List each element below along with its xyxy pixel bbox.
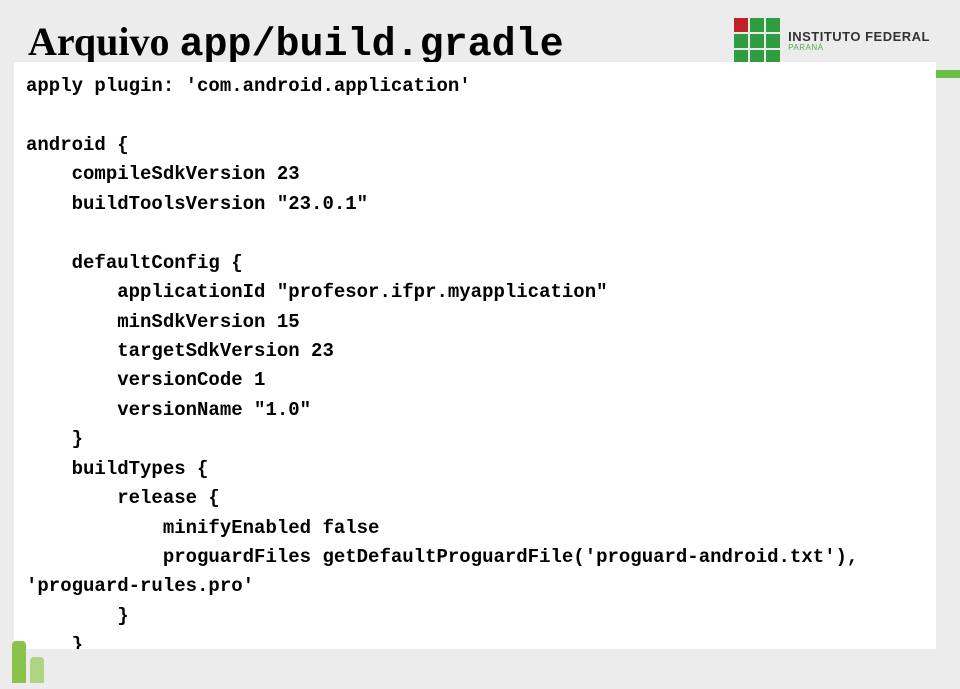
decor-bar-icon xyxy=(30,657,44,683)
code-line: buildToolsVersion "23.0.1" xyxy=(26,193,368,215)
code-line: apply plugin: 'com.android.application' xyxy=(26,75,471,97)
corner-decoration xyxy=(12,641,44,683)
code-line: buildTypes { xyxy=(26,458,208,480)
code-line: } xyxy=(26,605,129,627)
code-line: applicationId "profesor.ifpr.myapplicati… xyxy=(26,281,608,303)
code-line: compileSdkVersion 23 xyxy=(26,163,300,185)
title-prefix: Arquivo xyxy=(28,19,180,64)
logo-text: INSTITUTO FEDERAL PARANÁ xyxy=(788,30,930,52)
code-line: android { xyxy=(26,134,129,156)
code-line: proguardFiles getDefaultProguardFile('pr… xyxy=(26,546,870,568)
code-line: minSdkVersion 15 xyxy=(26,311,300,333)
slide: Arquivo app/build.gradle INSTITUTO FEDER… xyxy=(0,0,960,689)
code-block: apply plugin: 'com.android.application' … xyxy=(14,62,936,649)
code-line: defaultConfig { xyxy=(26,252,243,274)
code-line: versionName "1.0" xyxy=(26,399,311,421)
code-line: minifyEnabled false xyxy=(26,517,379,539)
code-line: } xyxy=(26,428,83,450)
institute-logo: INSTITUTO FEDERAL PARANÁ xyxy=(734,18,930,64)
logo-line2: PARANÁ xyxy=(788,44,930,52)
decor-bar-icon xyxy=(12,641,26,683)
code-line: 'proguard-rules.pro' xyxy=(26,575,254,597)
code-line: versionCode 1 xyxy=(26,369,265,391)
code-line: release { xyxy=(26,487,220,509)
logo-squares-icon xyxy=(734,18,780,64)
logo-line1: INSTITUTO FEDERAL xyxy=(788,30,930,44)
code-line: targetSdkVersion 23 xyxy=(26,340,334,362)
